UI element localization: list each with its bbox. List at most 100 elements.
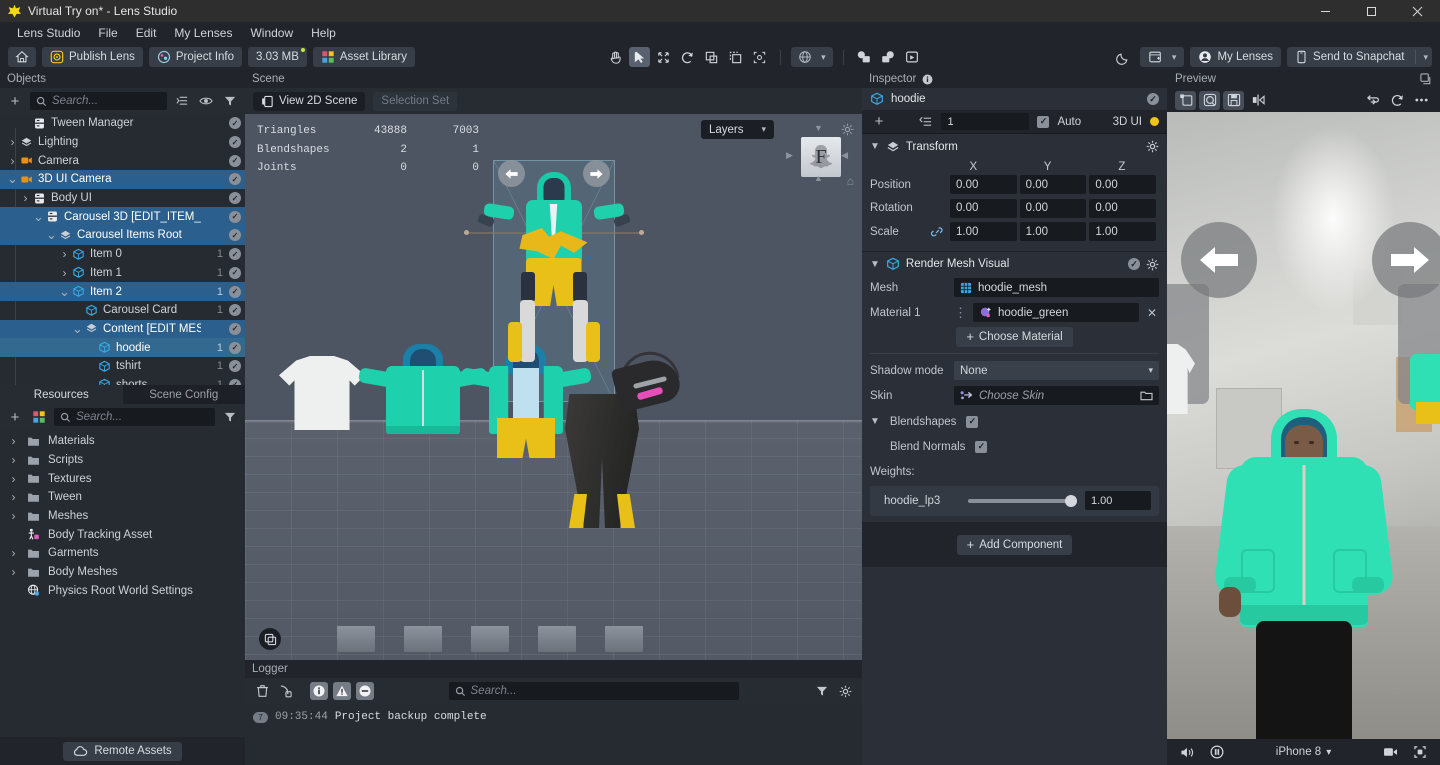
minimize-button[interactable] <box>1302 0 1348 22</box>
logger-entries[interactable]: 7 09:35:44 Project backup complete <box>245 704 862 765</box>
menu-lens-studio[interactable]: Lens Studio <box>8 24 89 42</box>
material-value-field[interactable]: hoodie_green <box>973 303 1139 322</box>
object-tree-row[interactable]: shorts 1 ✓ <box>0 376 245 385</box>
scale-link-icon[interactable] <box>931 225 944 238</box>
objects-search-input[interactable] <box>52 95 161 107</box>
project-size-button[interactable]: 3.03 MB <box>248 47 307 67</box>
resource-row[interactable]: Physics Root World Settings <box>0 582 245 601</box>
my-lenses-button[interactable]: My Lenses <box>1190 47 1282 67</box>
chevron-right-icon[interactable]: › <box>7 453 20 467</box>
blendshapes-checkbox[interactable]: ✓ <box>966 415 979 428</box>
object-enabled-checkbox[interactable]: ✓ <box>229 248 241 261</box>
log-filter-warning[interactable] <box>333 682 351 700</box>
menu-window[interactable]: Window <box>241 24 302 42</box>
object-enabled-checkbox[interactable]: ✓ <box>229 173 241 186</box>
chevron-right-icon[interactable]: › <box>7 472 20 486</box>
view-2d-scene-button[interactable]: View 2D Scene <box>253 91 366 111</box>
render-mesh-settings-icon[interactable] <box>1146 258 1159 271</box>
copy-log-icon[interactable] <box>276 682 294 700</box>
object-enabled-checkbox[interactable]: ✓ <box>229 136 241 149</box>
save-icon[interactable] <box>1223 90 1244 110</box>
remove-material-icon[interactable]: ✕ <box>1145 304 1159 322</box>
chevron-right-icon[interactable]: › <box>58 247 71 261</box>
view-cube-home-icon[interactable]: ⌂ <box>847 174 854 188</box>
info-icon[interactable] <box>922 74 933 85</box>
camera-icon[interactable] <box>1380 743 1401 762</box>
logger-entry[interactable]: 7 09:35:44 Project backup complete <box>245 708 862 726</box>
close-button[interactable] <box>1394 0 1440 22</box>
chevron-down-icon[interactable]: ⌄ <box>32 210 45 223</box>
reset-icon[interactable] <box>1363 91 1384 110</box>
object-enabled-checkbox[interactable]: ✓ <box>229 266 241 279</box>
rect-transform-tool-icon[interactable] <box>725 47 746 67</box>
add-component-button[interactable]: + Add Component <box>956 534 1073 555</box>
view-cube-face[interactable]: F <box>801 137 841 177</box>
object-enabled-checkbox[interactable]: ✓ <box>229 229 241 242</box>
resource-row[interactable]: › Garments <box>0 544 245 563</box>
dark-mode-toggle[interactable] <box>1113 47 1134 67</box>
resource-row[interactable]: › Body Meshes <box>0 563 245 582</box>
view-cube-left-arrow[interactable]: ▶ <box>786 150 793 161</box>
preview-prev-arrow[interactable] <box>1181 222 1257 298</box>
preview-card-right[interactable] <box>1398 284 1440 424</box>
screen-transform-icon[interactable] <box>902 47 923 67</box>
layers-dropdown[interactable]: Layers ▾ <box>700 120 774 139</box>
menu-help[interactable]: Help <box>302 24 345 42</box>
menu-file[interactable]: File <box>89 24 126 42</box>
object-tree-row[interactable]: Tween Manager ✓ <box>0 114 245 133</box>
resource-row[interactable]: › Scripts <box>0 451 245 470</box>
mesh-value-field[interactable]: hoodie_mesh <box>954 278 1159 297</box>
object-enabled-checkbox[interactable]: ✓ <box>229 304 241 317</box>
resources-search[interactable] <box>54 408 215 426</box>
maximize-button[interactable] <box>1348 0 1394 22</box>
pause-icon[interactable] <box>1206 743 1227 762</box>
add-component-plus-button[interactable]: + <box>870 113 888 131</box>
add-object-button[interactable]: + <box>6 92 24 110</box>
capture-icon[interactable] <box>1409 743 1430 762</box>
logger-search[interactable] <box>448 682 739 700</box>
object-tree-row[interactable]: › Item 0 1 ✓ <box>0 245 245 264</box>
chevron-right-icon[interactable]: › <box>6 154 19 168</box>
object-tree-row[interactable]: Carousel Card 1 ✓ <box>0 301 245 320</box>
object-tree-row[interactable]: › Item 1 1 ✓ <box>0 264 245 283</box>
object-tree-row[interactable]: ⌄ Carousel Items Root ✓ <box>0 226 245 245</box>
snap-surface-icon[interactable] <box>878 47 899 67</box>
selection-set-button[interactable]: Selection Set <box>373 91 458 111</box>
preview-stage[interactable] <box>1167 112 1440 739</box>
expand-collapse-icon[interactable] <box>173 92 191 110</box>
preview-device-selector[interactable]: iPhone 8 ▾ <box>1235 746 1372 758</box>
resource-row[interactable]: › Tween <box>0 488 245 507</box>
clear-log-icon[interactable] <box>253 682 271 700</box>
asset-library-small-icon[interactable] <box>30 408 48 426</box>
transform-value-input[interactable]: 1.00 <box>1019 222 1087 241</box>
transform-value-input[interactable]: 0.00 <box>950 198 1017 218</box>
chevron-right-icon[interactable]: › <box>58 266 71 280</box>
resource-row[interactable]: › Materials <box>0 432 245 451</box>
transform-settings-icon[interactable] <box>1146 140 1159 153</box>
more-icon[interactable] <box>1411 91 1432 110</box>
choose-material-button[interactable]: + Choose Material <box>956 326 1073 347</box>
publish-lens-button[interactable]: Publish Lens <box>42 47 143 67</box>
snap-object-icon[interactable] <box>854 47 875 67</box>
chevron-down-icon[interactable]: ⌄ <box>45 228 58 241</box>
log-filter-info[interactable] <box>310 682 328 700</box>
objects-search[interactable] <box>30 92 167 110</box>
shadow-mode-dropdown[interactable]: None ▾ <box>954 361 1159 380</box>
snapshot-icon[interactable] <box>1175 90 1196 110</box>
transform-value-input[interactable]: 0.00 <box>1089 198 1157 218</box>
view-cube-right-arrow[interactable]: ◀ <box>841 150 848 161</box>
scene-layers-toggle[interactable] <box>259 628 281 650</box>
object-tree-row[interactable]: ⌄ Carousel 3D [EDIT_ITEM_CONTE ✓ <box>0 207 245 227</box>
object-enabled-checkbox[interactable]: ✓ <box>229 210 241 223</box>
resources-search-input[interactable] <box>76 411 209 423</box>
chevron-right-icon[interactable]: › <box>6 135 19 149</box>
chevron-right-icon[interactable]: › <box>19 191 32 205</box>
auto-checkbox[interactable]: ✓ <box>1037 115 1050 128</box>
project-info-button[interactable]: Project Info <box>148 47 243 67</box>
visibility-icon[interactable] <box>197 92 215 110</box>
preview-next-arrow[interactable] <box>1372 222 1440 298</box>
transform-value-input[interactable]: 0.00 <box>1089 175 1157 194</box>
chevron-down-icon[interactable]: ⌄ <box>58 285 71 298</box>
menu-edit[interactable]: Edit <box>127 24 166 42</box>
object-tree-row[interactable]: ⌄ Item 2 1 ✓ <box>0 282 245 301</box>
